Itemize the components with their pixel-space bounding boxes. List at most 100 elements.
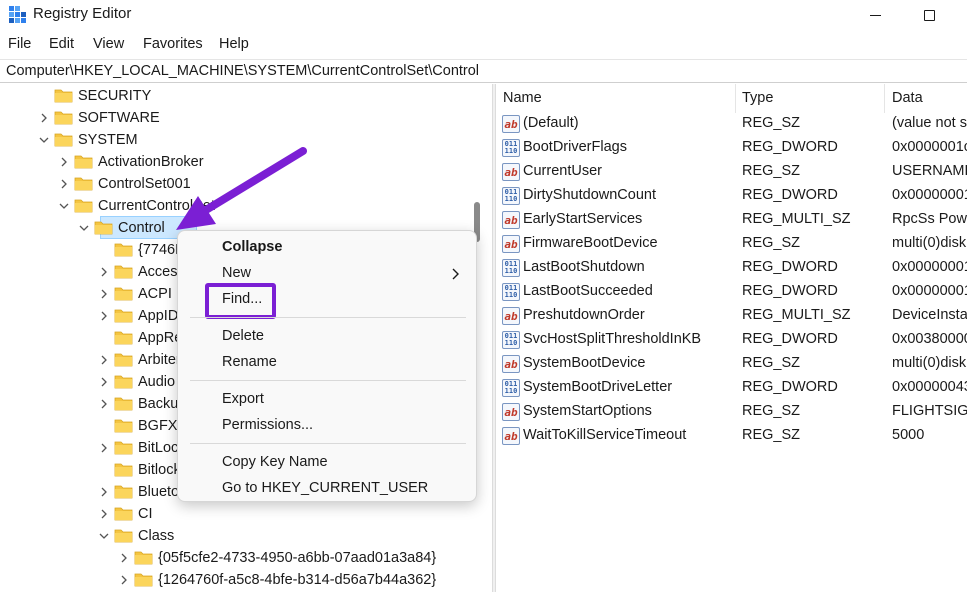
folder-icon	[94, 221, 113, 235]
folder-icon	[114, 397, 133, 411]
menu-item-delete[interactable]: Delete	[222, 328, 264, 344]
folder-icon	[114, 463, 133, 477]
menu-item-copy-key-name[interactable]: Copy Key Name	[222, 454, 328, 470]
tree-item-security[interactable]: SECURITY	[0, 85, 490, 107]
maximize-button[interactable]	[906, 0, 952, 30]
menu-view[interactable]: View	[93, 36, 124, 52]
value-type: REG_DWORD	[742, 259, 838, 275]
menu-item-export[interactable]: Export	[222, 391, 264, 407]
value-row[interactable]: 011 110 BootDriverFlags REG_DWORD 0x0000001c…	[497, 136, 967, 160]
menu-file[interactable]: File	[8, 36, 31, 52]
string-value-icon: ab	[502, 307, 520, 325]
folder-icon	[114, 265, 133, 279]
value-row[interactable]: abSystemStartOptions REG_SZ FLIGHTSIGNING	[497, 400, 967, 424]
value-row[interactable]: abSystemBootDevice REG_SZ multi(0)disk(0)	[497, 352, 967, 376]
value-name: PreshutdownOrder	[523, 307, 645, 323]
menu-item-permissions[interactable]: Permissions...	[222, 417, 313, 433]
address-bar[interactable]: Computer\HKEY_LOCAL_MACHINE\SYSTEM\Curre…	[0, 59, 967, 83]
folder-icon	[114, 485, 133, 499]
tree-item-class[interactable]: Class	[0, 525, 490, 547]
menu-favorites[interactable]: Favorites	[143, 36, 203, 52]
binary-value-icon: 011 110	[502, 187, 520, 205]
value-row[interactable]: ab EarlyStartServices REG_MULTI_SZ RpcSs Po…	[497, 208, 967, 232]
chevron-right-icon[interactable]	[98, 486, 110, 498]
tree-item-label: SYSTEM	[78, 132, 138, 148]
column-header-name[interactable]: Name	[503, 90, 542, 106]
menu-bar: File Edit View Favorites Help	[0, 32, 967, 58]
tree-item-currentcontrolset[interactable]: CurrentControlSet	[0, 195, 490, 217]
chevron-right-icon[interactable]	[98, 508, 110, 520]
value-data: multi(0)disk(0)	[892, 235, 967, 251]
tree-item-label: ControlSet001	[98, 176, 191, 192]
column-divider[interactable]	[735, 84, 736, 113]
menu-item-go-to-hkcu[interactable]: Go to HKEY_CURRENT_USER	[222, 480, 428, 496]
chevron-right-icon[interactable]	[98, 442, 110, 454]
value-row[interactable]: 011 110 SvcHostSplitThresholdInKB REG_DWORD…	[497, 328, 967, 352]
chevron-down-icon[interactable]	[98, 530, 110, 542]
value-row[interactable]: ab PreshutdownOrder REG_MULTI_SZ DeviceInst…	[497, 304, 967, 328]
chevron-down-icon[interactable]	[58, 200, 70, 212]
tree-item-controlset001[interactable]: ControlSet001	[0, 173, 490, 195]
menu-help[interactable]: Help	[219, 36, 249, 52]
tree-item-label: SOFTWARE	[78, 110, 160, 126]
tree-item-label: Class	[138, 528, 175, 544]
chevron-right-icon[interactable]	[58, 178, 70, 190]
pane-splitter[interactable]	[492, 84, 496, 592]
chevron-right-icon[interactable]	[98, 376, 110, 388]
chevron-down-icon[interactable]	[38, 134, 50, 146]
chevron-right-icon[interactable]	[118, 552, 130, 564]
value-row[interactable]: 011 110 LastBootSucceeded REG_DWORD 0x000000…	[497, 280, 967, 304]
chevron-right-icon[interactable]	[58, 156, 70, 168]
chevron-right-icon[interactable]	[98, 354, 110, 366]
values-pane[interactable]: Name Type Data ab (Default) REG_SZ (value n…	[497, 84, 967, 592]
chevron-right-icon[interactable]	[98, 288, 110, 300]
value-data: DeviceInstall	[892, 307, 967, 323]
chevron-right-icon[interactable]	[98, 398, 110, 410]
value-type: REG_SZ	[742, 163, 801, 179]
chevron-right-icon[interactable]	[98, 266, 110, 278]
column-header-data[interactable]: Data	[892, 90, 923, 106]
tree-item-activationbroker[interactable]: ActivationBroker	[0, 151, 490, 173]
value-data: RpcSs Power	[892, 211, 967, 227]
regedit-icon	[9, 6, 26, 23]
menu-item-rename[interactable]: Rename	[222, 354, 277, 370]
value-name: WaitToKillServiceTimeout	[523, 427, 687, 443]
tree-item-05f5cfe2-4733-4950-a6bb-07aad01a3a84[interactable]: {05f5cfe2-4733-4950-a6bb-07aad01a3a84}	[0, 547, 490, 569]
chevron-down-icon[interactable]	[78, 222, 90, 234]
tree-item-1264760f-a5c8-4bfe-b314-d56a7b44a362[interactable]: {1264760f-a5c8-4bfe-b314-d56a7b44a362}	[0, 569, 490, 591]
folder-icon	[74, 199, 93, 213]
tree-item-system[interactable]: SYSTEM	[0, 129, 490, 151]
binary-value-icon: 011 110	[502, 139, 520, 157]
column-divider[interactable]	[884, 84, 885, 113]
menu-item-collapse[interactable]: Collapse	[222, 239, 282, 255]
value-type: REG_DWORD	[742, 379, 838, 395]
value-name: SystemStartOptions	[523, 403, 652, 419]
menu-edit[interactable]: Edit	[49, 36, 74, 52]
value-data: 0x00000043 (67)	[892, 379, 967, 395]
value-row[interactable]: ab WaitToKillServiceTimeout REG_SZ 5000	[497, 424, 967, 448]
tree-item-software[interactable]: SOFTWARE	[0, 107, 490, 129]
value-data: 0x00000001 (1)	[892, 283, 967, 299]
value-row[interactable]: abFirmwareBootDevice REG_SZ multi(0)disk(0…	[497, 232, 967, 256]
string-value-icon: ab	[502, 211, 520, 229]
minimize-button[interactable]	[852, 0, 898, 30]
folder-icon	[114, 309, 133, 323]
chevron-right-icon[interactable]	[38, 112, 50, 124]
value-row[interactable]: 011 110 LastBootShutdown REG_DWORD 0x0000000…	[497, 256, 967, 280]
value-row[interactable]: ab(Default) REG_SZ (value not set)	[497, 112, 967, 136]
tree-item-ci[interactable]: CI	[0, 503, 490, 525]
string-value-icon: ab	[502, 427, 520, 445]
menu-item-new[interactable]: New	[222, 265, 251, 281]
chevron-right-icon[interactable]	[98, 310, 110, 322]
address-path[interactable]: Computer\HKEY_LOCAL_MACHINE\SYSTEM\Curre…	[6, 63, 479, 79]
column-header-type[interactable]: Type	[742, 90, 773, 106]
binary-value-icon: 011 110	[502, 259, 520, 277]
value-type: REG_MULTI_SZ	[742, 307, 851, 323]
value-row[interactable]: 011 110 DirtyShutdownCount REG_DWORD 0x00000…	[497, 184, 967, 208]
value-type: REG_SZ	[742, 235, 801, 251]
folder-icon	[74, 177, 93, 191]
folder-icon	[114, 419, 133, 433]
value-row[interactable]: 011 110 SystemBootDriveLetter REG_DWORD 0x00…	[497, 376, 967, 400]
chevron-right-icon[interactable]	[118, 574, 130, 586]
value-row[interactable]: ab CurrentUser REG_SZ USERNAME	[497, 160, 967, 184]
